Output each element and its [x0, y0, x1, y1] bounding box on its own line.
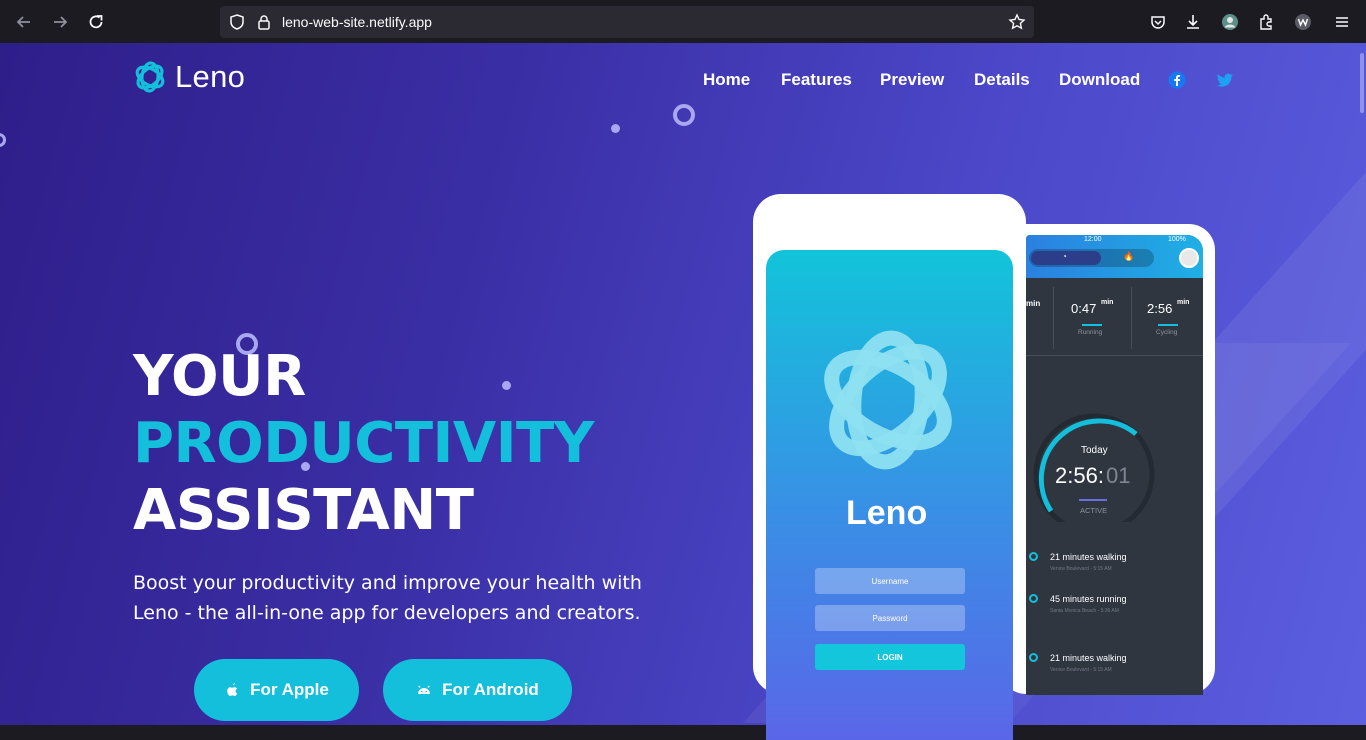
brand-name: Leno — [175, 59, 246, 94]
stat-cycling-value: 2:56 — [1147, 301, 1173, 316]
twitter-icon[interactable] — [1216, 71, 1234, 89]
nav-download[interactable]: Download — [1059, 70, 1140, 90]
hero-description-line2: Leno - the all-in-one app for developers… — [133, 602, 641, 624]
login-button[interactable]: LOGIN — [815, 644, 965, 670]
download-apple-label: For Apple — [250, 680, 329, 699]
stopwatch-icon[interactable]: ◔ — [1062, 252, 1067, 261]
app-name: Leno — [846, 494, 928, 532]
fitness-app-screen: 12:00 100% ◔ 🔥 min 0:47 min Running 2:56… — [1026, 235, 1203, 695]
reload-icon[interactable] — [85, 11, 107, 33]
timeline-dot — [1029, 653, 1038, 662]
hero-title: YOUR PRODUCTIVITY ASSISTANT — [133, 343, 594, 544]
download-android-button[interactable]: For Android — [383, 659, 572, 721]
activity-subtitle: Santa Monica Beach - 5:36 AM — [1050, 608, 1119, 614]
stat-cycling-label: Cycling — [1156, 329, 1178, 336]
extensions-icon[interactable] — [1256, 12, 1276, 32]
shield-icon[interactable] — [228, 13, 246, 31]
mode-toggle[interactable]: ◔ 🔥 — [1029, 249, 1154, 267]
activity-subtitle: Venice Boulevard - 5:15 AM — [1050, 566, 1112, 572]
stat-cycling-unit: min — [1177, 299, 1190, 306]
status-time: 12:00 — [1084, 236, 1102, 243]
timer-seconds: 01 — [1106, 463, 1131, 488]
stat-running-label: Running — [1078, 329, 1103, 336]
activity-subtitle: Venice Boulevard - 5:15 AM — [1050, 667, 1112, 673]
leno-app-logo-icon — [824, 330, 952, 470]
leno-logo-icon — [135, 61, 165, 93]
profile-icon[interactable] — [1293, 12, 1313, 32]
hero-description: Boost your productivity and improve your… — [133, 568, 653, 628]
login-app-screen: Leno Username Password LOGIN — [766, 250, 1013, 740]
status-battery: 100% — [1168, 236, 1186, 243]
timer-main: 2:56: — [1055, 463, 1104, 488]
nav-home[interactable]: Home — [703, 70, 750, 90]
url-text[interactable]: leno-web-site.netlify.app — [282, 14, 432, 30]
nav-features[interactable]: Features — [781, 70, 852, 90]
decorative-ring — [0, 133, 6, 147]
download-apple-button[interactable]: For Apple — [194, 659, 359, 721]
brand-logo[interactable]: Leno — [133, 59, 245, 95]
browser-toolbar: leno-web-site.netlify.app — [0, 0, 1366, 43]
timeline-dot — [1029, 552, 1038, 561]
password-field[interactable]: Password — [815, 605, 965, 631]
activity-title: 21 minutes walking — [1050, 552, 1127, 562]
nav-details[interactable]: Details — [974, 70, 1030, 90]
facebook-icon[interactable] — [1168, 71, 1186, 89]
fitness-app-header: 12:00 100% ◔ 🔥 — [1026, 235, 1203, 278]
hero-title-line1: YOUR — [133, 344, 306, 409]
menu-icon[interactable] — [1332, 12, 1352, 32]
lock-icon[interactable] — [255, 13, 273, 31]
forward-icon[interactable] — [49, 11, 71, 33]
nav-preview[interactable]: Preview — [880, 70, 944, 90]
stat-running-unit: min — [1101, 299, 1114, 306]
activity-title: 45 minutes running — [1050, 594, 1127, 604]
avatar[interactable] — [1220, 12, 1240, 32]
apple-icon — [227, 683, 238, 696]
activity-title: 21 minutes walking — [1050, 653, 1127, 663]
back-icon[interactable] — [13, 11, 35, 33]
pocket-icon[interactable] — [1148, 12, 1168, 32]
download-android-label: For Android — [442, 680, 539, 699]
page-scrollbar[interactable] — [1360, 53, 1364, 113]
active-label: ACTIVE — [1080, 506, 1108, 515]
android-icon — [418, 685, 431, 694]
address-bar[interactable]: leno-web-site.netlify.app — [220, 6, 1034, 38]
stat-unit-partial: min — [1026, 299, 1041, 308]
stat-running-value: 0:47 — [1071, 301, 1097, 316]
hero-title-line2: PRODUCTIVITY — [133, 411, 594, 476]
decorative-dot — [611, 124, 620, 133]
star-icon[interactable] — [1008, 13, 1026, 31]
username-field[interactable]: Username — [815, 568, 965, 594]
flame-icon[interactable]: 🔥 — [1123, 251, 1134, 262]
decorative-ring — [673, 104, 695, 126]
download-icon[interactable] — [1183, 12, 1203, 32]
hero-description-line1: Boost your productivity and improve your… — [133, 572, 642, 594]
timeline-dot — [1029, 594, 1038, 603]
hero-title-line3: ASSISTANT — [133, 478, 474, 543]
user-avatar[interactable] — [1179, 248, 1199, 268]
today-label: Today — [1081, 445, 1108, 456]
